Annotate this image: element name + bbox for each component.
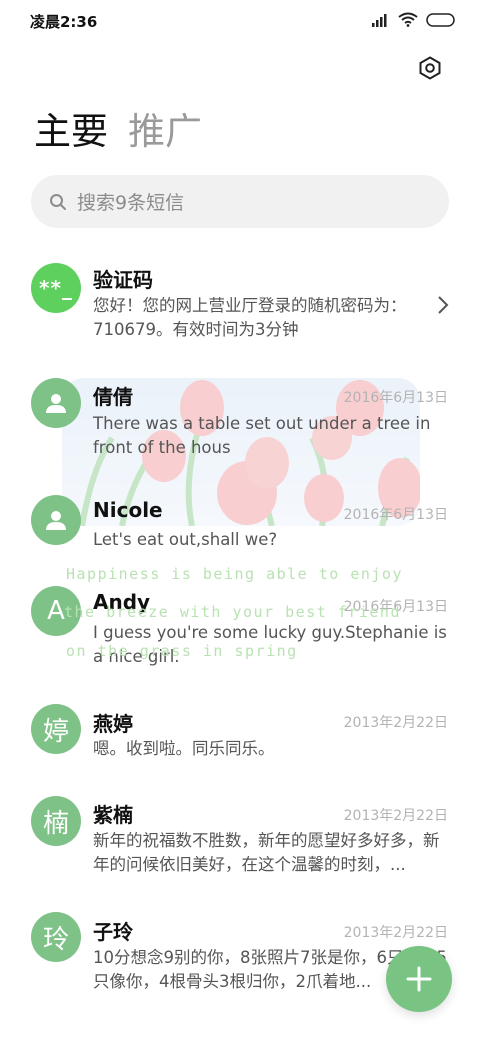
conversation-item[interactable]: 楠 紫楠 2013年2月22日 新年的祝福数不胜数，新年的愿望好多好多，新年的问… bbox=[0, 796, 480, 886]
message-preview: There was a table set out under a tree i… bbox=[93, 414, 431, 457]
person-icon bbox=[46, 394, 66, 413]
contact-name: 紫楠 bbox=[93, 803, 133, 827]
conversation-list: **_ 验证码 您好！您的网上营业厅登录的随机密码为：710679。有效时间为3… bbox=[0, 0, 480, 1040]
message-date: 2016年6月13日 bbox=[343, 599, 448, 615]
message-date: 2016年6月13日 bbox=[343, 390, 448, 406]
conversation-item[interactable]: A Andy 2016年6月13日 I guess you're some lu… bbox=[0, 586, 480, 676]
contact-avatar: A bbox=[31, 586, 81, 636]
conversation-item[interactable]: 婷 燕婷 2013年2月22日 嗯。收到啦。同乐同乐。 bbox=[0, 702, 480, 772]
plus-icon bbox=[406, 966, 432, 992]
conversation-item[interactable]: **_ 验证码 您好！您的网上营业厅登录的随机密码为：710679。有效时间为3… bbox=[0, 258, 480, 358]
message-date: 2013年2月22日 bbox=[343, 925, 448, 941]
contact-name: Andy bbox=[93, 590, 151, 614]
contact-avatar bbox=[31, 378, 81, 428]
person-icon bbox=[46, 511, 66, 530]
message-date: 2013年2月22日 bbox=[343, 808, 448, 824]
message-preview: 您好！您的网上营业厅登录的随机密码为：710679。有效时间为3分钟 bbox=[93, 296, 407, 339]
contact-avatar: 玲 bbox=[31, 912, 81, 962]
contact-name: 验证码 bbox=[93, 268, 153, 292]
conversation-item[interactable]: 倩倩 2016年6月13日 There was a table set out … bbox=[0, 374, 480, 474]
message-preview: 新年的祝福数不胜数，新年的愿望好多好多，新年的问候依旧美好，在这个温馨的时刻，.… bbox=[93, 831, 440, 874]
contact-name: 倩倩 bbox=[93, 385, 133, 409]
message-preview: I guess you're some lucky guy.Stephanie … bbox=[93, 623, 447, 666]
message-preview: 嗯。收到啦。同乐同乐。 bbox=[93, 739, 275, 758]
contact-name: 燕婷 bbox=[93, 712, 133, 736]
contact-avatar: 婷 bbox=[31, 704, 81, 754]
verification-code-avatar: **_ bbox=[31, 263, 81, 313]
conversation-item[interactable]: Nicole 2016年6月13日 Let's eat out,shall we… bbox=[0, 492, 480, 562]
message-preview: Let's eat out,shall we? bbox=[93, 530, 278, 549]
contact-name: 子玲 bbox=[93, 920, 133, 944]
chevron-right-icon[interactable] bbox=[436, 295, 450, 315]
message-date: 2013年2月22日 bbox=[343, 715, 448, 731]
message-date: 2016年6月13日 bbox=[343, 507, 448, 523]
contact-name: Nicole bbox=[93, 498, 163, 522]
contact-avatar: 楠 bbox=[31, 796, 81, 846]
new-message-button[interactable] bbox=[386, 946, 452, 1012]
contact-avatar bbox=[31, 495, 81, 545]
